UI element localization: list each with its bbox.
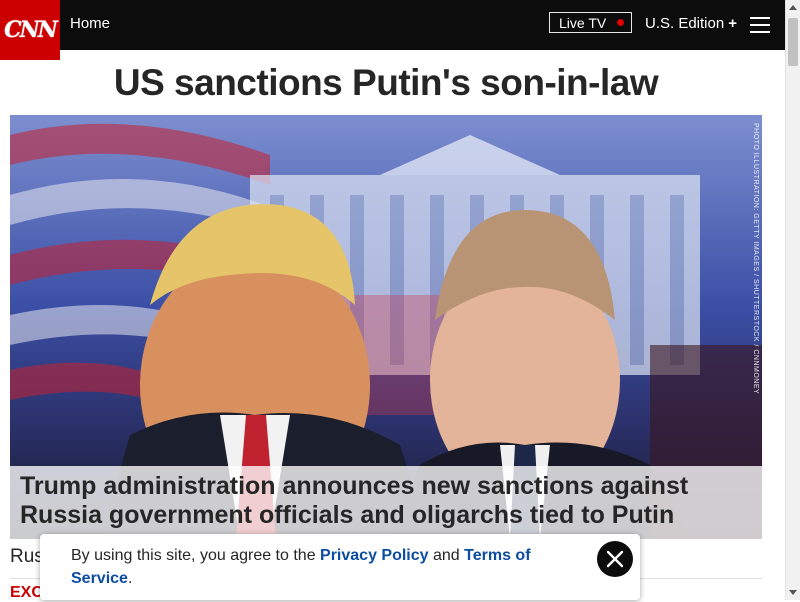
scroll-down-arrow-icon[interactable]	[789, 590, 797, 595]
edition-selector[interactable]: U.S. Edition +	[645, 15, 737, 32]
live-tv-label: Live TV	[559, 14, 607, 31]
close-consent-button[interactable]	[597, 541, 633, 577]
page-scrollbar[interactable]	[785, 0, 800, 600]
cookie-consent-banner: By using this site, you agree to the Pri…	[40, 534, 640, 600]
consent-text-end: .	[127, 570, 133, 587]
consent-text-start: By using this site, you agree to the	[71, 547, 321, 564]
cnn-logo[interactable]: CNN	[0, 0, 60, 60]
privacy-policy-link[interactable]: Privacy Policy	[320, 547, 429, 564]
plus-icon: +	[728, 15, 737, 32]
hero-caption[interactable]: Trump administration announces new sanct…	[20, 472, 740, 530]
hamburger-menu-icon[interactable]	[750, 17, 770, 33]
scroll-thumb[interactable]	[788, 18, 798, 66]
consent-text-middle: and	[428, 547, 465, 564]
consent-message: By using this site, you agree to the Pri…	[71, 544, 561, 590]
top-navigation-bar: Home Live TV U.S. Edition +	[0, 0, 785, 50]
home-link[interactable]: Home	[70, 15, 110, 32]
teaser-text[interactable]: Rus	[10, 546, 44, 568]
image-credit: PHOTO ILLUSTRATION: GETTY IMAGES / SHUTT…	[752, 123, 759, 395]
logo-text: CNN	[4, 17, 58, 43]
section-kicker[interactable]: EXC	[10, 584, 43, 602]
close-icon	[606, 550, 624, 568]
live-indicator-icon	[617, 19, 624, 26]
edition-label: U.S. Edition	[645, 15, 725, 32]
scroll-up-arrow-icon[interactable]	[789, 5, 797, 10]
article-headline: US sanctions Putin's son-in-law	[113, 62, 659, 103]
live-tv-button[interactable]: Live TV	[549, 12, 632, 33]
